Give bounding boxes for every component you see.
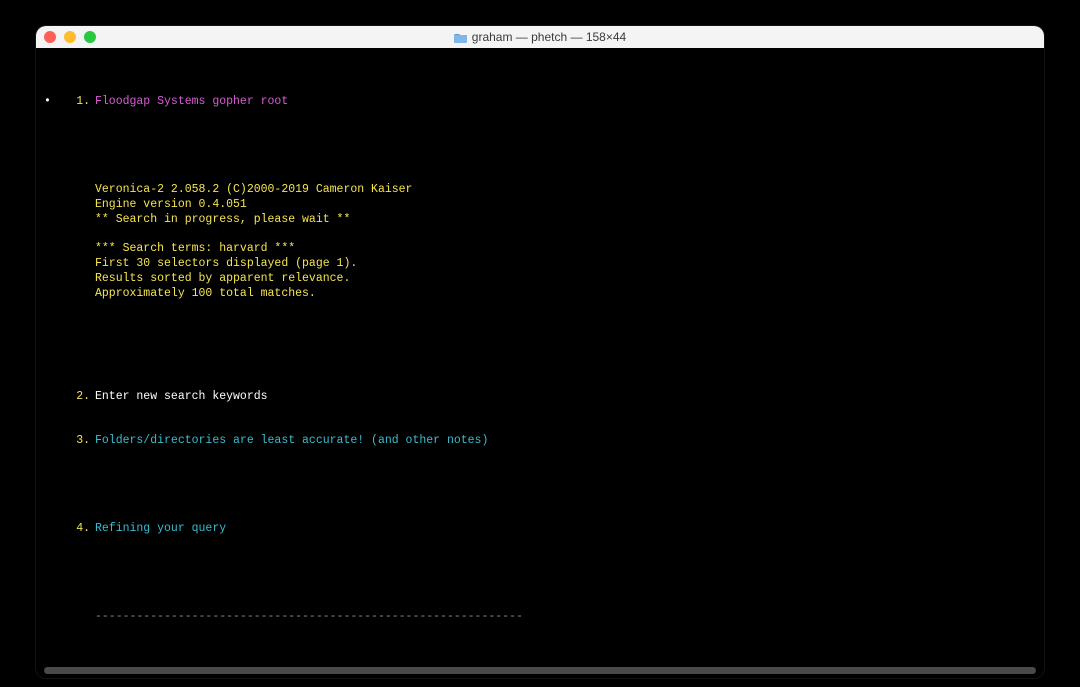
page-title: Floodgap Systems gopher root: [95, 95, 288, 110]
window-title: graham — phetch — 158×44: [36, 30, 1044, 44]
header-text: ** Search in progress, please wait **: [44, 213, 1036, 228]
minimize-icon[interactable]: [64, 31, 76, 43]
list-item[interactable]: 3. Folders/directories are least accurat…: [44, 434, 1036, 449]
active-marker: •: [44, 95, 56, 110]
maximize-icon[interactable]: [84, 31, 96, 43]
header-text: *** Search terms: harvard ***: [44, 242, 1036, 257]
folder-icon: [454, 32, 468, 43]
terminal-window: graham — phetch — 158×44 •1. Floodgap Sy…: [36, 26, 1044, 678]
header-text: Veronica-2 2.058.2 (C)2000-2019 Cameron …: [44, 183, 1036, 198]
titlebar[interactable]: graham — phetch — 158×44: [36, 26, 1044, 48]
close-icon[interactable]: [44, 31, 56, 43]
search-prompt: Enter new search keywords: [95, 390, 268, 405]
divider: ----------------------------------------…: [95, 610, 523, 625]
header-text: [44, 228, 1036, 243]
header-text: Results sorted by apparent relevance.: [44, 272, 1036, 287]
header-text: First 30 selectors displayed (page 1).: [44, 257, 1036, 272]
header-text: Engine version 0.4.051: [44, 198, 1036, 213]
list-item[interactable]: •1. Floodgap Systems gopher root: [44, 95, 1036, 110]
header-text: Approximately 100 total matches.: [44, 287, 1036, 302]
list-item[interactable]: 2. Enter new search keywords: [44, 390, 1036, 405]
menu-note: Folders/directories are least accurate! …: [95, 434, 488, 449]
horizontal-scrollbar[interactable]: [44, 667, 1036, 674]
terminal-content[interactable]: •1. Floodgap Systems gopher root Veronic…: [36, 48, 1044, 678]
menu-refine: Refining your query: [95, 522, 226, 537]
list-item[interactable]: 4. Refining your query: [44, 522, 1036, 537]
window-title-text: graham — phetch — 158×44: [472, 30, 626, 44]
traffic-lights: [44, 31, 96, 43]
